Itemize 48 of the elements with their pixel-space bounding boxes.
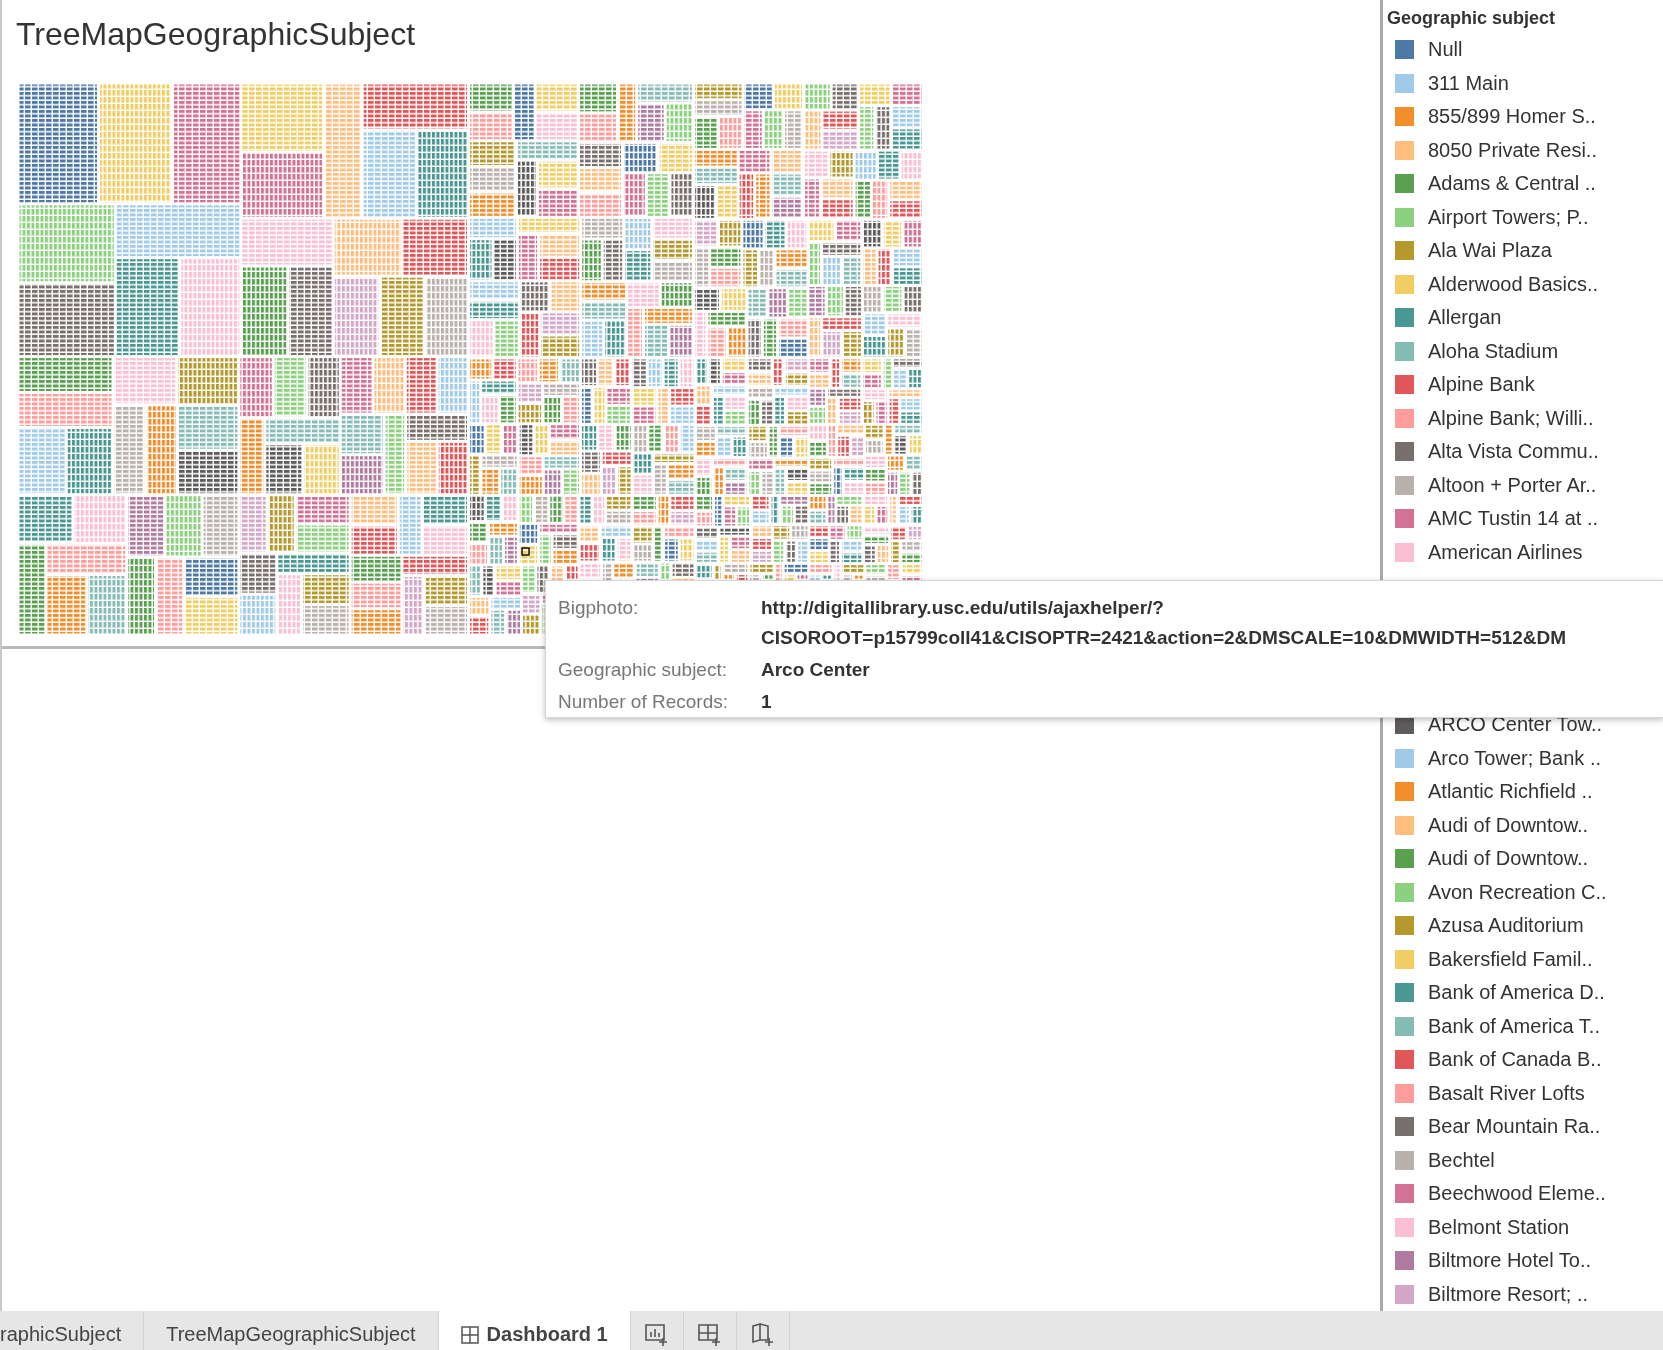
tooltip-label: Number of Records:	[558, 690, 729, 714]
legend-label: American Airlines	[1428, 540, 1583, 564]
sheet-tab[interactable]: raphicSubject	[0, 1311, 145, 1350]
legend-label: Airport Towers; P..	[1428, 205, 1589, 229]
legend-label: Null	[1428, 38, 1463, 62]
legend-label: Azusa Auditorium	[1428, 914, 1584, 938]
tooltip-value: 1	[761, 690, 773, 714]
legend-label: Beechwood Eleme..	[1428, 1182, 1606, 1206]
legend-label: Ala Wai Plaza	[1428, 239, 1552, 263]
tooltip-value: http://digitallibrary.usc.edu/utils/ajaxhelper/?	[761, 596, 1165, 620]
legend-label: Belmont Station	[1428, 1215, 1570, 1239]
legend-label: AMC Tustin 14 at ..	[1428, 507, 1599, 531]
legend-label: Alta Vista Commu..	[1428, 440, 1599, 464]
legend-label: Atlantic Richfield ..	[1428, 780, 1593, 804]
tooltip-label: Bigphoto:	[558, 596, 640, 620]
legend-label: Bechtel	[1428, 1148, 1495, 1172]
legend-label: 855/899 Homer S..	[1428, 105, 1596, 129]
legend-label: 311 Main	[1428, 71, 1509, 95]
legend-label: Arco Tower; Bank ..	[1428, 746, 1602, 770]
legend-label: Adams & Central ..	[1428, 172, 1596, 196]
legend-label: Bank of America T..	[1428, 1014, 1600, 1038]
legend-label: Bear Mountain Ra..	[1428, 1115, 1601, 1139]
legend-title: Geographic subject	[1387, 8, 1556, 29]
legend-label: Biltmore Resort; ..	[1428, 1282, 1589, 1306]
legend-label: Altoon + Porter Ar..	[1428, 473, 1597, 497]
book-plus-icon	[750, 1322, 775, 1347]
legend-label: Aloha Stadium	[1428, 339, 1559, 363]
legend-label: Alpine Bank; Willi..	[1428, 406, 1594, 430]
legend-label: Audi of Downtow..	[1428, 847, 1589, 871]
legend-label: Audi of Downtow..	[1428, 813, 1589, 837]
legend-label: Allergan	[1428, 306, 1502, 330]
legend-label: Avon Recreation C..	[1428, 880, 1607, 904]
legend-label: Alderwood Basics..	[1428, 272, 1599, 296]
legend-label: Bakersfield Famil..	[1428, 947, 1593, 971]
chart-plus-icon	[644, 1322, 669, 1347]
tooltip-value: CISOROOT=p15799coll41&CISOPTR=2421&action=2&DMSCALE=10&DMWIDTH=512&DM	[761, 626, 1568, 650]
legend-label: Basalt River Lofts	[1428, 1081, 1585, 1105]
legend-label: Bank of Canada B..	[1428, 1048, 1602, 1072]
dashboard-title: TreeMapGeographicSubject	[16, 16, 416, 53]
legend-label: Biltmore Hotel To..	[1428, 1249, 1592, 1273]
legend-label: Bank of America D..	[1428, 981, 1605, 1005]
legend-label: 8050 Private Resi..	[1428, 138, 1597, 162]
tooltip-value: Arco Center	[761, 658, 871, 682]
tooltip-label: Geographic subject:	[558, 658, 728, 682]
legend-label: Alpine Bank	[1428, 373, 1535, 397]
dashboard-tab[interactable]: Dashboard 1	[438, 1311, 631, 1350]
grid-plus-icon	[697, 1322, 722, 1347]
grid-icon	[460, 1325, 479, 1344]
